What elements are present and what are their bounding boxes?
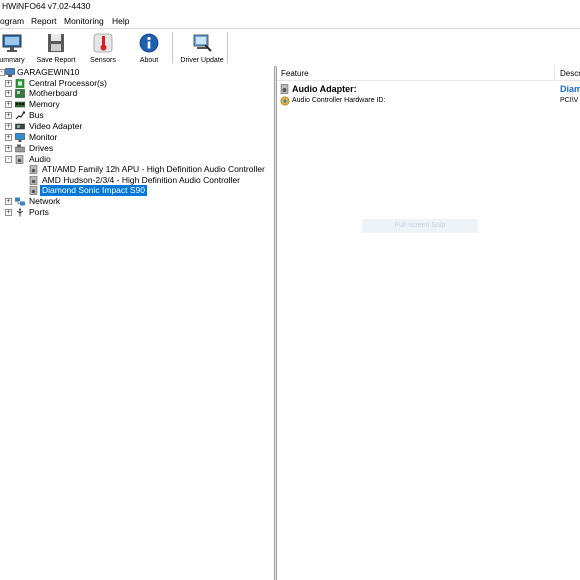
tree-item-bus[interactable]: + Bus bbox=[0, 110, 270, 121]
collapse-icon[interactable]: - bbox=[5, 156, 12, 163]
ports-icon bbox=[16, 208, 24, 217]
tree-item-monitor[interactable]: + Monitor bbox=[0, 132, 270, 143]
menu-bar: ogram Report Monitoring Help bbox=[0, 14, 580, 28]
column-header-feature[interactable]: Feature bbox=[277, 66, 555, 81]
section-value: Diam bbox=[560, 84, 580, 94]
toolbar-separator bbox=[227, 32, 228, 63]
sensors-button[interactable]: Sensors bbox=[86, 31, 120, 65]
tree-item-motherboard[interactable]: + Motherboard bbox=[0, 88, 270, 99]
summary-button[interactable]: ummary bbox=[0, 31, 30, 65]
about-label: About bbox=[139, 57, 159, 64]
cpu-icon bbox=[15, 79, 25, 88]
title-bar: HWiNFO64 v7.02-4430 bbox=[0, 0, 580, 13]
tree-item-label: Motherboard bbox=[29, 88, 78, 98]
computer-icon bbox=[5, 68, 15, 77]
sensors-label: Sensors bbox=[90, 57, 116, 64]
speaker-icon bbox=[15, 155, 24, 164]
tree-root-label: GARAGEWIN10 bbox=[17, 67, 80, 77]
bus-icon bbox=[15, 111, 25, 120]
info-icon bbox=[139, 33, 159, 53]
speaker-icon bbox=[29, 186, 38, 195]
tree-item-memory[interactable]: + Memory bbox=[0, 99, 270, 110]
tree-item-label: Ports bbox=[29, 207, 49, 217]
menu-program[interactable]: ogram bbox=[0, 16, 24, 26]
tree-item-video-adapter[interactable]: + Video Adapter bbox=[0, 121, 270, 132]
tree-item-audio-diamond[interactable]: Diamond Sonic Impact S90 bbox=[0, 185, 270, 196]
summary-label: ummary bbox=[0, 57, 25, 64]
tree-item-label: Memory bbox=[29, 99, 60, 109]
motherboard-icon bbox=[15, 89, 25, 98]
window-title: HWiNFO64 v7.02-4430 bbox=[2, 1, 91, 11]
network-icon bbox=[15, 197, 25, 206]
tree-item-label: Drives bbox=[29, 143, 54, 153]
details-pane: Feature Descr Audio Adapter: Diam Audio … bbox=[277, 66, 580, 580]
video-adapter-icon bbox=[15, 123, 25, 130]
tree-item-label: Bus bbox=[29, 110, 44, 120]
expand-icon[interactable]: + bbox=[5, 123, 12, 130]
tree-item-label-selected: Diamond Sonic Impact S90 bbox=[40, 185, 147, 196]
tree-item-label: Video Adapter bbox=[29, 121, 83, 131]
speaker-icon bbox=[280, 84, 289, 94]
expand-icon[interactable]: + bbox=[5, 80, 12, 87]
toolbar: ummary Save Report Sensors About Driver … bbox=[0, 28, 580, 68]
section-row[interactable]: Audio Adapter: Diam bbox=[280, 84, 580, 95]
driver-update-icon bbox=[193, 34, 212, 52]
toolbar-separator bbox=[172, 32, 173, 63]
memory-icon bbox=[15, 101, 25, 108]
expand-icon[interactable]: + bbox=[5, 198, 12, 205]
tree-item-drives[interactable]: + Drives bbox=[0, 143, 270, 154]
save-report-label: Save Report bbox=[36, 57, 76, 64]
save-report-button[interactable]: Save Report bbox=[35, 31, 77, 65]
column-header-description[interactable]: Descr bbox=[556, 66, 580, 81]
tree-item-network[interactable]: + Network bbox=[0, 196, 270, 207]
monitor-icon bbox=[2, 34, 22, 52]
hardware-id-icon bbox=[280, 96, 290, 106]
expand-icon[interactable]: + bbox=[5, 101, 12, 108]
detail-row[interactable]: Audio Controller Hardware ID: PCI\V bbox=[280, 96, 580, 107]
tree-item-ports[interactable]: + Ports bbox=[0, 207, 270, 218]
expand-icon[interactable]: + bbox=[5, 145, 12, 152]
expand-icon[interactable]: + bbox=[5, 90, 12, 97]
tree-item-label: Network bbox=[29, 196, 61, 206]
tree-item-label: Monitor bbox=[29, 132, 58, 142]
feature-value: PCI\V bbox=[560, 97, 579, 104]
menu-report[interactable]: Report bbox=[31, 16, 57, 26]
driver-update-button[interactable]: Driver Update bbox=[178, 31, 226, 65]
speaker-icon bbox=[29, 176, 38, 185]
driver-update-label: Driver Update bbox=[180, 57, 224, 64]
drive-icon bbox=[15, 144, 25, 153]
tree-item-audio-ati[interactable]: ATI/AMD Family 12h APU - High Definition… bbox=[0, 164, 270, 175]
tree-item-label: ATI/AMD Family 12h APU - High Definition… bbox=[42, 164, 265, 174]
menu-help[interactable]: Help bbox=[112, 16, 129, 26]
expand-icon[interactable]: + bbox=[5, 134, 12, 141]
about-button[interactable]: About bbox=[133, 31, 165, 65]
section-title: Audio Adapter: bbox=[292, 84, 357, 94]
floppy-icon bbox=[48, 34, 64, 52]
expand-icon[interactable]: + bbox=[5, 112, 12, 119]
device-tree[interactable]: - GARAGEWIN10 + Central Processor(s) + M… bbox=[0, 66, 274, 580]
feature-label: Audio Controller Hardware ID: bbox=[292, 97, 386, 104]
snip-watermark: Full-screen Snip bbox=[362, 219, 478, 233]
expand-icon[interactable]: + bbox=[5, 209, 12, 216]
speaker-icon bbox=[29, 165, 38, 174]
monitor-icon bbox=[15, 133, 25, 142]
menu-monitoring[interactable]: Monitoring bbox=[64, 16, 104, 26]
thermometer-icon bbox=[93, 33, 113, 53]
